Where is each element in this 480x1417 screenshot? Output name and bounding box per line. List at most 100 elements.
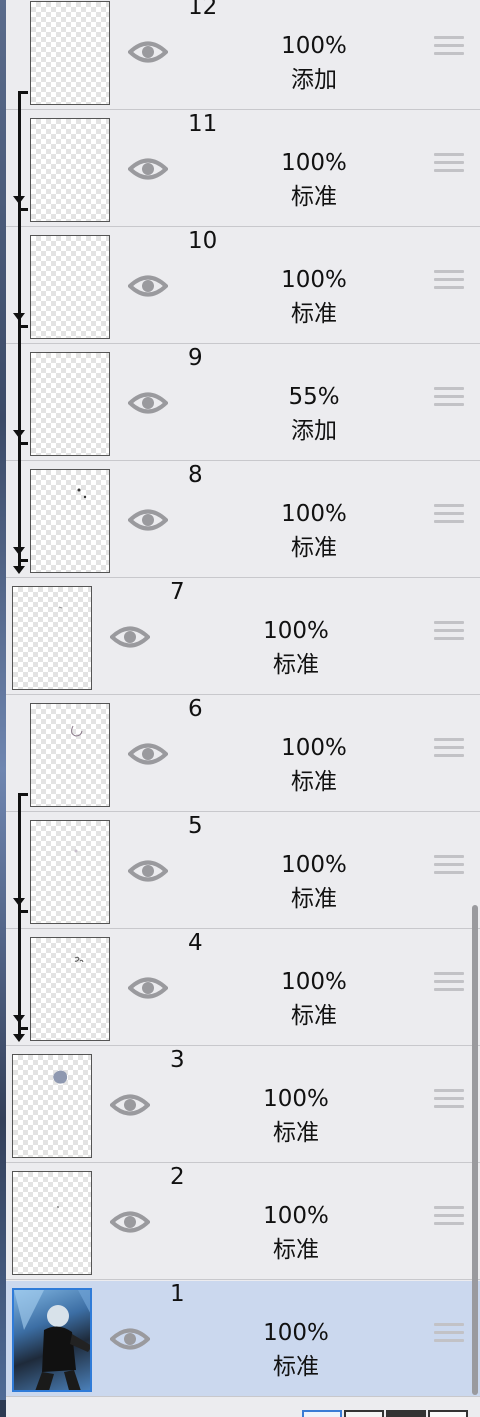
drag-handle-icon[interactable] <box>434 1323 464 1349</box>
layer-info: 100% 标准 <box>224 264 404 332</box>
layer-info: 100% 标准 <box>206 1083 386 1151</box>
layer-info: 55% 添加 <box>224 381 404 449</box>
layer-blend-mode: 标准 <box>291 1003 337 1029</box>
drag-handle-icon[interactable] <box>434 1206 464 1232</box>
layer-row-10[interactable]: 10 100% 标准 <box>6 228 480 344</box>
layer-thumbnail[interactable] <box>30 937 110 1041</box>
layer-blend-mode: 添加 <box>291 418 337 444</box>
layer-thumbnail[interactable] <box>30 118 110 222</box>
eye-icon[interactable] <box>128 856 168 886</box>
drag-handle-icon[interactable] <box>434 270 464 296</box>
layer-opacity: 100% <box>281 501 347 527</box>
clipping-tick <box>18 442 28 445</box>
eye-icon[interactable] <box>128 973 168 1003</box>
layer-opacity: 100% <box>263 1320 329 1346</box>
layer-info: 100% 添加 <box>224 30 404 98</box>
drag-handle-icon[interactable] <box>434 972 464 998</box>
layer-thumbnail[interactable] <box>12 586 92 690</box>
drag-handle-icon[interactable] <box>434 387 464 413</box>
eye-icon[interactable] <box>128 154 168 184</box>
layer-row-12[interactable]: 12 100% 添加 <box>6 0 480 110</box>
layer-blend-mode: 添加 <box>291 67 337 93</box>
thumbnail-content <box>71 725 83 737</box>
layer-row-7[interactable]: 7 100% 标准 <box>6 579 480 695</box>
layer-row-3[interactable]: 3 100% 标准 <box>6 1047 480 1163</box>
thumbnail-content <box>53 1070 68 1084</box>
layer-info: 100% 标准 <box>206 1200 386 1268</box>
layer-row-6[interactable]: 6 100% 标准 <box>6 696 480 812</box>
layer-info: 100% 标准 <box>224 732 404 800</box>
clipping-line <box>18 91 21 568</box>
layer-thumbnail[interactable] <box>30 235 110 339</box>
layer-row-1[interactable]: 1 100% 标准 <box>6 1281 480 1397</box>
layer-blend-mode: 标准 <box>273 1354 319 1380</box>
layer-row-11[interactable]: 11 100% 标准 <box>6 111 480 227</box>
layer-name: 10 <box>188 228 218 254</box>
layer-thumbnail[interactable] <box>30 703 110 807</box>
thumbnail-content <box>74 956 84 963</box>
layer-info: 100% 标准 <box>206 1317 386 1385</box>
layer-thumbnail[interactable] <box>30 352 110 456</box>
layer-thumbnail[interactable] <box>12 1288 92 1392</box>
eye-icon[interactable] <box>128 505 168 535</box>
eye-icon[interactable] <box>128 271 168 301</box>
layer-row-9[interactable]: 9 55% 添加 <box>6 345 480 461</box>
layer-blend-mode: 标准 <box>291 535 337 561</box>
layer-mode-button[interactable] <box>386 1410 426 1417</box>
layer-mode-button[interactable] <box>428 1410 468 1417</box>
clipping-arrow-icon <box>13 898 25 906</box>
layer-thumbnail[interactable] <box>30 820 110 924</box>
layer-blend-mode: 标准 <box>273 652 319 678</box>
clipping-arrow-icon <box>13 566 25 574</box>
thumbnail-content <box>14 1290 90 1390</box>
clipping-arrow-icon <box>13 430 25 438</box>
eye-icon[interactable] <box>110 622 150 652</box>
layer-mode-button[interactable] <box>302 1410 342 1417</box>
layer-blend-mode: 标准 <box>273 1237 319 1263</box>
clipping-tick <box>18 559 28 562</box>
thumbnail-content <box>57 1206 59 1208</box>
drag-handle-icon[interactable] <box>434 738 464 764</box>
layer-mode-button[interactable] <box>344 1410 384 1417</box>
layer-thumbnail[interactable] <box>30 469 110 573</box>
eye-icon[interactable] <box>110 1090 150 1120</box>
drag-handle-icon[interactable] <box>434 153 464 179</box>
clipping-tick <box>18 1027 28 1030</box>
drag-handle-icon[interactable] <box>434 504 464 530</box>
layer-row-5[interactable]: 5 100% 标准 <box>6 813 480 929</box>
layer-info: 100% 标准 <box>206 615 386 683</box>
clipping-arrow-icon <box>13 196 25 204</box>
layer-row-4[interactable]: 4 100% 标准 <box>6 930 480 1046</box>
layer-opacity: 100% <box>263 1203 329 1229</box>
scrollbar[interactable] <box>472 905 478 1395</box>
layer-blend-mode: 标准 <box>291 301 337 327</box>
clipping-arrow-icon <box>13 1034 25 1042</box>
layer-row-8[interactable]: 8 100% 标准 <box>6 462 480 578</box>
layer-info: 100% 标准 <box>224 147 404 215</box>
layer-name: 4 <box>188 930 203 956</box>
layer-opacity: 100% <box>281 735 347 761</box>
layer-name: 5 <box>188 813 203 839</box>
layer-blend-mode: 标准 <box>291 184 337 210</box>
layer-opacity: 100% <box>281 969 347 995</box>
layer-name: 3 <box>170 1047 185 1073</box>
drag-handle-icon[interactable] <box>434 621 464 647</box>
layer-thumbnail[interactable] <box>12 1171 92 1275</box>
layer-row-2[interactable]: 2 100% 标准 <box>6 1164 480 1280</box>
layer-name: 9 <box>188 345 203 371</box>
layer-thumbnail[interactable] <box>30 1 110 105</box>
eye-icon[interactable] <box>110 1207 150 1237</box>
bottom-toolbar <box>6 1400 480 1417</box>
drag-handle-icon[interactable] <box>434 1089 464 1115</box>
eye-icon[interactable] <box>110 1324 150 1354</box>
eye-icon[interactable] <box>128 388 168 418</box>
drag-handle-icon[interactable] <box>434 855 464 881</box>
layer-thumbnail[interactable] <box>12 1054 92 1158</box>
clipping-line <box>18 793 21 1036</box>
layer-name: 11 <box>188 111 218 137</box>
drag-handle-icon[interactable] <box>434 36 464 62</box>
layer-opacity: 100% <box>281 852 347 878</box>
eye-icon[interactable] <box>128 739 168 769</box>
eye-icon[interactable] <box>128 37 168 67</box>
layer-opacity: 100% <box>281 267 347 293</box>
